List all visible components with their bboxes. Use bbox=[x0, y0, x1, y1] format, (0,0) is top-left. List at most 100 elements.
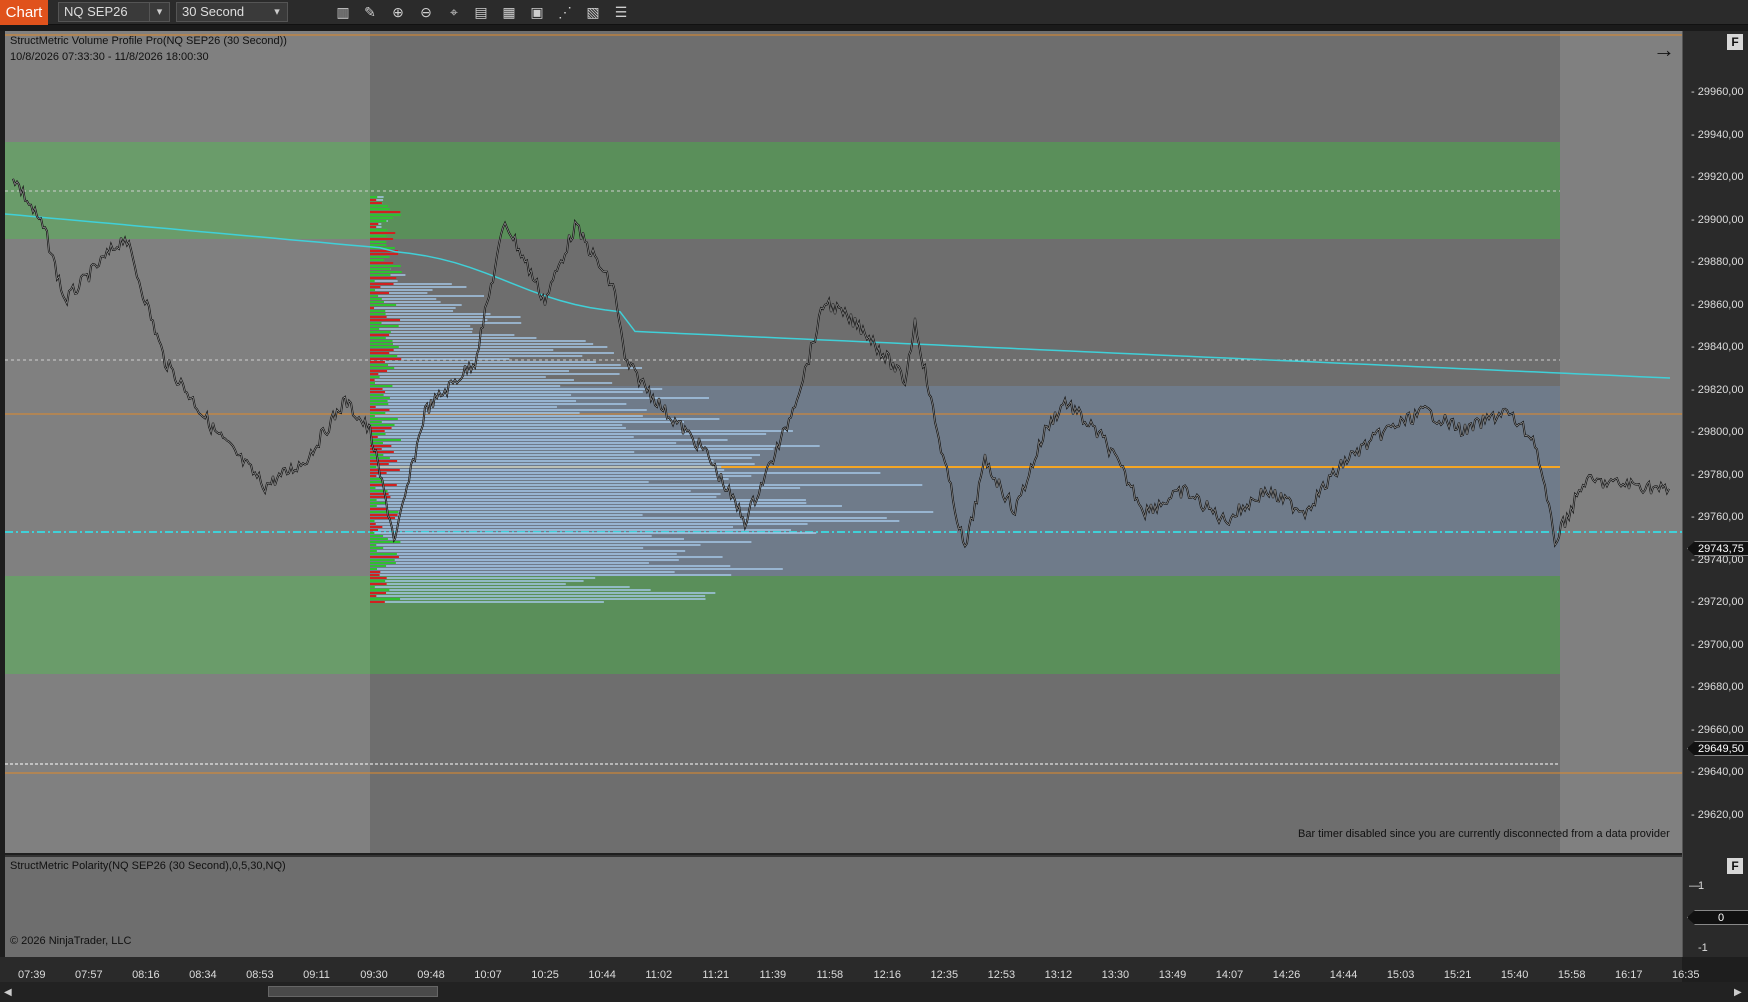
delta-bar bbox=[370, 601, 385, 603]
profile-bar bbox=[370, 541, 752, 543]
time-label: 11:02 bbox=[645, 969, 673, 981]
delta-bar bbox=[370, 460, 398, 462]
indicator-list-icon[interactable]: ☰ bbox=[611, 3, 631, 22]
chart-trader-icon[interactable]: ▣ bbox=[527, 3, 547, 22]
profile-bar bbox=[370, 343, 594, 345]
delta-bar bbox=[370, 424, 395, 426]
delta-bar bbox=[370, 553, 397, 555]
profile-bar bbox=[370, 361, 596, 363]
delta-bar bbox=[370, 517, 396, 519]
profile-bar bbox=[370, 394, 572, 396]
delta-bar bbox=[370, 352, 390, 354]
price-label: - 29620,00 bbox=[1691, 808, 1744, 821]
delta-bar bbox=[370, 523, 376, 525]
delta-bar bbox=[370, 256, 390, 258]
interval-selector[interactable]: 30 Second ▾ bbox=[176, 2, 288, 22]
time-label: 08:53 bbox=[246, 969, 274, 981]
delta-bar bbox=[370, 259, 385, 261]
time-label: 10:07 bbox=[474, 969, 502, 981]
main-panel-f-button[interactable]: F bbox=[1727, 34, 1743, 50]
marker-price-flag: 29649,50 bbox=[1687, 741, 1748, 756]
time-label: 15:21 bbox=[1443, 969, 1472, 981]
strategies-icon[interactable]: ⋰ bbox=[555, 3, 575, 22]
instrument-selector[interactable]: NQ SEP26 ▾ bbox=[58, 2, 170, 22]
delta-bar bbox=[370, 385, 393, 387]
indicator-title: StructMetric Polarity(NQ SEP26 (30 Secon… bbox=[10, 860, 286, 872]
profile-bar bbox=[370, 367, 643, 369]
chevron-down-icon[interactable]: ▾ bbox=[149, 3, 169, 21]
delta-bar bbox=[370, 430, 385, 432]
time-label: 11:58 bbox=[816, 969, 844, 981]
scrollbar-thumb[interactable] bbox=[268, 986, 438, 997]
scroll-left-icon[interactable]: ◀ bbox=[4, 987, 12, 998]
profile-bar bbox=[370, 445, 820, 447]
zoom-out-icon[interactable]: ⊖ bbox=[416, 3, 436, 22]
crosshair-icon[interactable]: ⌖ bbox=[444, 3, 464, 22]
delta-bar bbox=[370, 226, 377, 228]
delta-bar bbox=[370, 508, 387, 510]
profile-bar bbox=[370, 295, 485, 297]
indicator-tick-minus1: -1 bbox=[1698, 942, 1708, 954]
chevron-down-icon[interactable]: ▾ bbox=[267, 3, 287, 21]
profile-bar bbox=[370, 370, 570, 372]
scroll-right-icon[interactable]: ▶ bbox=[1734, 987, 1742, 998]
profile-bar bbox=[370, 502, 807, 504]
time-label: 08:16 bbox=[132, 969, 160, 981]
profile-bar bbox=[370, 469, 725, 471]
template-icon[interactable]: ▧ bbox=[583, 3, 603, 22]
delta-bar bbox=[370, 496, 391, 498]
delta-bar bbox=[370, 409, 390, 411]
delta-bar bbox=[370, 238, 394, 240]
price-panel[interactable]: StructMetric Volume Profile Pro(NQ SEP26… bbox=[5, 31, 1682, 853]
delta-bar bbox=[370, 310, 386, 312]
delta-bar bbox=[370, 589, 390, 591]
indicator-panel[interactable]: StructMetric Polarity(NQ SEP26 (30 Secon… bbox=[5, 855, 1682, 957]
profile-bar bbox=[370, 535, 652, 537]
profile-bar bbox=[370, 574, 732, 576]
delta-bar bbox=[370, 340, 393, 342]
toolbar: Chart NQ SEP26 ▾ 30 Second ▾ ▥ ✎ ⊕ ⊖ ⌖ ▤… bbox=[0, 0, 1748, 25]
arrow-right-icon[interactable]: → bbox=[1653, 37, 1675, 63]
delta-bar bbox=[370, 511, 399, 513]
delta-bar bbox=[370, 307, 375, 309]
time-label: 12:16 bbox=[873, 969, 902, 981]
chart-tab[interactable]: Chart bbox=[0, 0, 48, 25]
profile-bar bbox=[370, 436, 634, 438]
profile-bar bbox=[370, 379, 574, 381]
delta-bar bbox=[370, 241, 387, 243]
profile-bar bbox=[370, 352, 614, 354]
profile-bar bbox=[370, 562, 649, 564]
data-box-icon[interactable]: ▦ bbox=[499, 3, 519, 22]
delta-bar bbox=[370, 532, 375, 534]
delta-bar bbox=[370, 457, 390, 459]
drawing-tool-icon[interactable]: ✎ bbox=[360, 3, 380, 22]
time-axis[interactable]: 07:39 07:57 08:16 08:34 08:53 09:11 09:30 09:48… bbox=[0, 957, 1700, 982]
delta-bar bbox=[370, 394, 384, 396]
price-label: - 29900,00 bbox=[1691, 213, 1744, 226]
profile-bar bbox=[370, 433, 767, 435]
profile-bar bbox=[370, 478, 729, 480]
delta-bar bbox=[370, 505, 377, 507]
delta-bar bbox=[370, 229, 388, 231]
profile-bar bbox=[370, 463, 755, 465]
zoom-in-icon[interactable]: ⊕ bbox=[388, 3, 408, 22]
time-label: 14:44 bbox=[1329, 969, 1358, 981]
post-session-region bbox=[1560, 31, 1682, 853]
disconnect-message: Bar timer disabled since you are current… bbox=[1298, 828, 1670, 840]
delta-bar bbox=[370, 298, 382, 300]
time-label: 09:48 bbox=[417, 969, 445, 981]
delta-bar bbox=[370, 301, 384, 303]
delta-bar bbox=[370, 232, 396, 234]
indicator-f-button[interactable]: F bbox=[1727, 858, 1743, 874]
last-price-flag: 29743,75 bbox=[1687, 541, 1748, 556]
delta-bar bbox=[370, 376, 380, 378]
properties-icon[interactable]: ▤ bbox=[471, 3, 491, 22]
delta-bar bbox=[370, 205, 388, 207]
delta-bar bbox=[370, 535, 384, 537]
delta-bar bbox=[370, 355, 398, 357]
price-axis[interactable]: F F - 29960,00 - 29940,00 - 29920,00 - 2990… bbox=[1682, 31, 1748, 957]
bar-type-icon[interactable]: ▥ bbox=[333, 3, 353, 22]
profile-bar bbox=[370, 322, 522, 324]
horizontal-scrollbar[interactable]: ◀ ▶ bbox=[0, 982, 1748, 1002]
profile-bar bbox=[370, 313, 491, 315]
